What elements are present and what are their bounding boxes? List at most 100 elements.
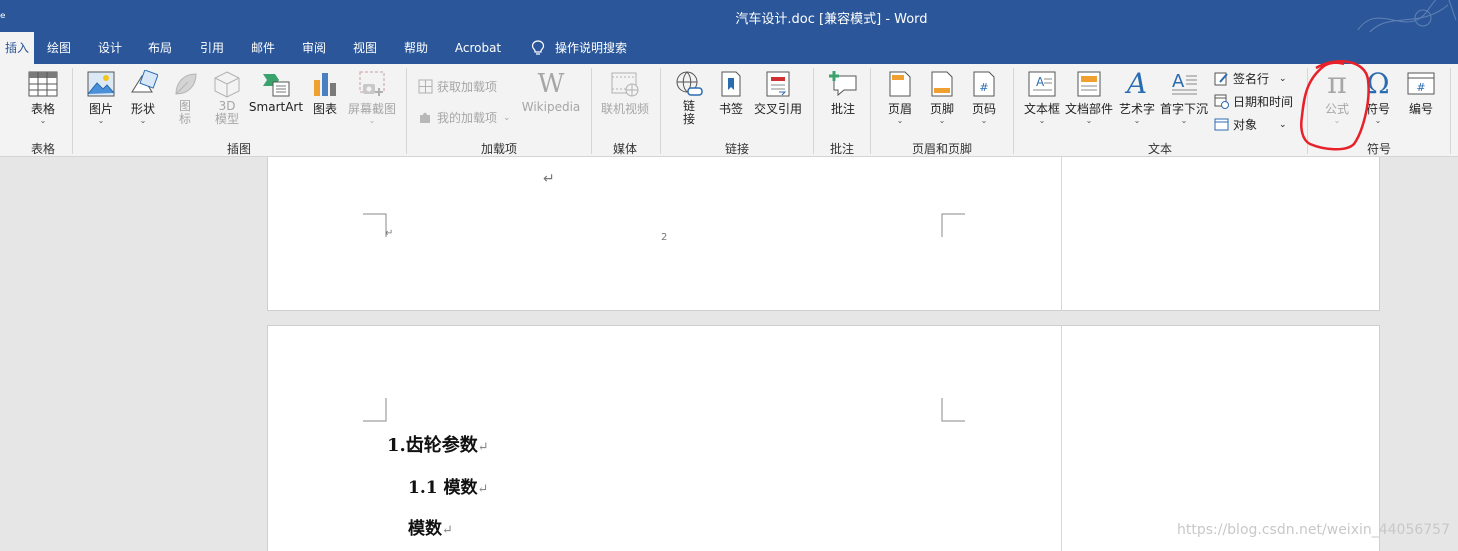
screenshot-button[interactable]: 屏幕截图 ⌄ — [346, 70, 398, 125]
ribbon-tab-row: 插入 绘图 设计 布局 引用 邮件 审阅 视图 帮助 Acrobat 操作说明搜… — [0, 32, 1458, 64]
new-comment-button[interactable]: 批注 — [824, 70, 862, 117]
paragraph-mark: ↵ — [543, 171, 555, 187]
margin-corner-mark — [363, 398, 387, 422]
drop-cap-button[interactable]: A 首字下沉 ⌄ — [1158, 70, 1210, 125]
3d-models-label-2: 模型 — [214, 112, 239, 126]
textbox-button[interactable]: A 文本框 ⌄ — [1022, 70, 1062, 125]
wikipedia-w-icon: W — [537, 69, 565, 99]
puzzle-icon — [420, 112, 430, 123]
body-bold-text[interactable]: 模数↵ — [408, 514, 453, 539]
wikipedia-label: Wikipedia — [521, 100, 581, 114]
numbering-button[interactable]: # 编号 — [1402, 70, 1440, 117]
chevron-down-icon: ⌄ — [368, 116, 376, 125]
date-time-button[interactable]: 日期和时间 — [1214, 93, 1293, 110]
online-video-button[interactable]: 联机视频 — [598, 70, 652, 117]
tab-review[interactable]: 审阅 — [292, 32, 336, 64]
bookmark-label: 书签 — [718, 102, 743, 116]
wordart-button[interactable]: A 艺术字 ⌄ — [1118, 70, 1156, 125]
drop-cap-label: 首字下沉 — [1159, 102, 1208, 116]
svg-text:A: A — [1172, 71, 1185, 92]
chevron-down-icon: ⌄ — [503, 112, 511, 123]
header-label: 页眉 — [887, 102, 912, 116]
bookmark-button[interactable]: 书签 — [714, 70, 748, 117]
smartart-icon — [263, 74, 290, 97]
group-label-illustrations: 插图 — [226, 142, 251, 156]
csdn-watermark: https://blog.csdn.net/weixin_44056757 — [1176, 522, 1450, 538]
title-bar: ₑ 汽车设计.doc [兼容模式] - Word — [0, 0, 1458, 34]
shapes-label: 形状 — [130, 102, 155, 116]
paragraph-mark: ↵ — [442, 523, 453, 538]
pictures-button[interactable]: 图片 ⌄ — [82, 70, 120, 125]
table-button[interactable]: 表格 ⌄ — [22, 70, 64, 125]
object-button[interactable]: 对象 ⌄ — [1214, 116, 1287, 133]
comment-plus-icon — [829, 71, 857, 97]
wikipedia-button[interactable]: W Wikipedia — [520, 70, 582, 114]
icons-leaf-icon — [175, 73, 197, 95]
header-button[interactable]: 页眉 ⌄ — [882, 70, 918, 125]
cross-reference-button[interactable]: 交叉引用 — [752, 70, 804, 117]
svg-text:A: A — [1036, 75, 1045, 89]
calendar-clock-icon — [1214, 94, 1229, 109]
page-margin-line — [1061, 157, 1062, 311]
page-number-text: 2 — [661, 232, 668, 243]
smartart-label: SmartArt — [248, 100, 304, 114]
bar-chart-icon — [314, 73, 336, 96]
icons-button[interactable]: 图 标 — [170, 70, 200, 126]
store-grid-icon — [418, 79, 433, 94]
my-addins-button[interactable]: 我的加载项 ⌄ — [418, 109, 511, 126]
tab-layout[interactable]: 布局 — [138, 32, 182, 64]
document-page-1[interactable]: ↵ ↵ 2 — [267, 157, 1380, 311]
globe-link-icon — [676, 71, 703, 96]
link-label-2: 接 — [682, 112, 695, 126]
tab-acrobat[interactable]: Acrobat — [448, 32, 508, 64]
online-video-label: 联机视频 — [600, 102, 649, 116]
quick-parts-label: 文档部件 — [1064, 102, 1113, 116]
chart-button[interactable]: 图表 — [308, 70, 342, 117]
textbox-icon: A — [1028, 71, 1056, 97]
page-number-icon: # — [973, 71, 995, 97]
comment-label: 批注 — [830, 102, 855, 116]
tab-view[interactable]: 视图 — [343, 32, 387, 64]
page-number-label: 页码 — [971, 102, 996, 116]
signature-line-button[interactable]: 签名行 ⌄ — [1214, 70, 1287, 87]
link-button[interactable]: 链 接 — [670, 70, 708, 126]
page-number-button[interactable]: # 页码 ⌄ — [966, 70, 1002, 125]
group-label-addins: 加载项 — [480, 142, 517, 156]
tab-draw[interactable]: 绘图 — [38, 32, 80, 64]
footer-button[interactable]: 页脚 ⌄ — [924, 70, 960, 125]
cross-reference-label: 交叉引用 — [753, 102, 802, 116]
body-bold-text-content: 模数 — [408, 519, 442, 539]
group-divider — [660, 68, 661, 154]
heading-2[interactable]: 1.1 模数↵ — [408, 473, 488, 498]
group-label-text: 文本 — [1147, 142, 1172, 156]
smartart-button[interactable]: SmartArt — [248, 70, 304, 114]
tab-mailings[interactable]: 邮件 — [241, 32, 285, 64]
group-divider — [591, 68, 592, 154]
cube-icon — [214, 71, 240, 98]
tell-me-search[interactable]: 操作说明搜索 — [524, 32, 634, 64]
numbering-label: 编号 — [1408, 102, 1433, 116]
margin-corner-mark — [941, 398, 965, 422]
page-margin-line — [1061, 326, 1062, 551]
chart-label: 图表 — [312, 102, 337, 116]
tab-insert[interactable]: 插入 — [0, 32, 34, 64]
3d-models-button[interactable]: 3D 模型 — [210, 70, 244, 126]
shapes-button[interactable]: 形状 ⌄ — [124, 70, 162, 125]
object-window-icon — [1214, 118, 1229, 131]
pictures-label: 图片 — [88, 102, 113, 116]
chevron-down-icon: ⌄ — [938, 116, 946, 125]
tab-help[interactable]: 帮助 — [394, 32, 438, 64]
document-page-2[interactable]: 1.齿轮参数↵ 1.1 模数↵ 模数↵ — [267, 325, 1380, 551]
chevron-down-icon: ⌄ — [1279, 73, 1287, 84]
picture-icon — [87, 71, 115, 97]
svg-text:#: # — [979, 81, 988, 94]
get-addins-button[interactable]: 获取加载项 — [418, 78, 497, 95]
signature-line-label: 签名行 — [1233, 72, 1270, 86]
group-label-media: 媒体 — [612, 142, 637, 156]
heading-1[interactable]: 1.齿轮参数↵ — [387, 431, 489, 457]
tab-design[interactable]: 设计 — [88, 32, 132, 64]
tab-references[interactable]: 引用 — [190, 32, 234, 64]
quick-parts-button[interactable]: 文档部件 ⌄ — [1064, 70, 1114, 125]
cross-reference-icon — [766, 71, 790, 97]
window-title: 汽车设计.doc [兼容模式] - Word — [735, 12, 928, 27]
